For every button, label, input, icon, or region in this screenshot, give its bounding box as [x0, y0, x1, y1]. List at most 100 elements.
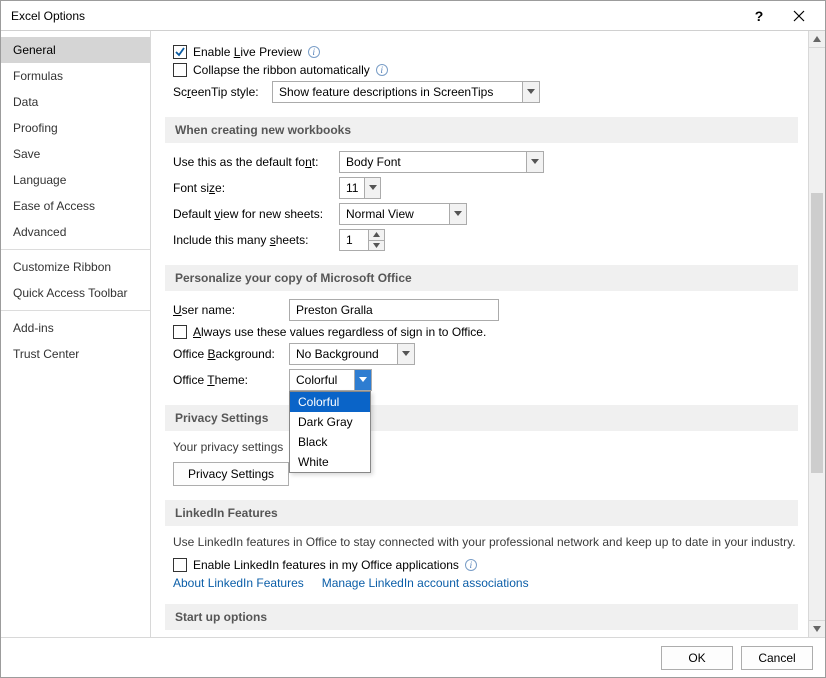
spinner-up-icon[interactable]	[369, 230, 384, 240]
excel-options-dialog: Excel Options ? General Formulas Data Pr…	[0, 0, 826, 678]
footer: OK Cancel	[1, 637, 825, 677]
enable-linkedin-checkbox[interactable]	[173, 558, 187, 572]
always-use-label: Always use these values regardless of si…	[193, 325, 486, 339]
sidebar-item-proofing[interactable]: Proofing	[1, 115, 150, 141]
office-background-label: Office Background:	[173, 347, 283, 361]
section-linkedin: LinkedIn Features	[165, 500, 798, 526]
office-theme-dropdown: Colorful Dark Gray Black White	[289, 391, 371, 473]
font-size-value: 11	[340, 181, 364, 195]
office-background-value: No Background	[290, 347, 397, 361]
spinner-down-icon[interactable]	[369, 240, 384, 251]
default-font-combo[interactable]: Body Font	[339, 151, 544, 173]
sidebar-item-customize-ribbon[interactable]: Customize Ribbon	[1, 254, 150, 280]
help-button[interactable]: ?	[739, 2, 779, 30]
sheets-count-label: Include this many sheets:	[173, 233, 333, 247]
info-icon[interactable]: i	[465, 559, 477, 571]
cancel-button[interactable]: Cancel	[741, 646, 813, 670]
row-font-size: Font size: 11	[173, 177, 798, 199]
section-startup: Start up options	[165, 604, 798, 630]
content: Enable Live Preview i Collapse the ribbo…	[151, 31, 808, 637]
sidebar-item-general[interactable]: General	[1, 37, 150, 63]
sheets-count-value: 1	[340, 230, 368, 250]
username-input[interactable]	[289, 299, 499, 321]
privacy-settings-button[interactable]: Privacy Settings	[173, 462, 289, 486]
screentip-label: ScreenTip style:	[173, 85, 266, 99]
font-size-label: Font size:	[173, 181, 333, 195]
sidebar-item-add-ins[interactable]: Add-ins	[1, 315, 150, 341]
close-button[interactable]	[779, 2, 819, 30]
sidebar-item-save[interactable]: Save	[1, 141, 150, 167]
row-default-view: Default view for new sheets: Normal View	[173, 203, 798, 225]
manage-linkedin-link[interactable]: Manage LinkedIn account associations	[322, 576, 529, 590]
chevron-down-icon	[397, 344, 414, 364]
office-background-combo[interactable]: No Background	[289, 343, 415, 365]
titlebar: Excel Options ?	[1, 1, 825, 31]
font-size-combo[interactable]: 11	[339, 177, 381, 199]
row-enable-linkedin: Enable LinkedIn features in my Office ap…	[173, 558, 798, 572]
collapse-ribbon-label: Collapse the ribbon automatically	[193, 63, 370, 77]
info-icon[interactable]: i	[376, 64, 388, 76]
chevron-down-icon	[449, 204, 466, 224]
screentip-combo[interactable]: Show feature descriptions in ScreenTips	[272, 81, 540, 103]
chevron-down-icon	[526, 152, 543, 172]
sidebar-item-formulas[interactable]: Formulas	[1, 63, 150, 89]
default-font-value: Body Font	[340, 155, 526, 169]
scroll-track[interactable]	[809, 48, 825, 620]
row-privacy-button: Privacy Settings	[173, 462, 798, 486]
about-linkedin-link[interactable]: About LinkedIn Features	[173, 576, 304, 590]
chevron-down-icon	[522, 82, 539, 102]
row-sheets-count: Include this many sheets: 1	[173, 229, 798, 251]
sidebar-item-data[interactable]: Data	[1, 89, 150, 115]
username-label: User name:	[173, 303, 283, 317]
collapse-ribbon-checkbox[interactable]	[173, 63, 187, 77]
chevron-down-icon	[354, 370, 371, 390]
section-personalize: Personalize your copy of Microsoft Offic…	[165, 265, 798, 291]
chevron-down-icon	[364, 178, 380, 198]
row-username: User name:	[173, 299, 798, 321]
office-theme-value: Colorful	[290, 373, 354, 387]
sidebar-item-quick-access-toolbar[interactable]: Quick Access Toolbar	[1, 280, 150, 306]
scroll-thumb[interactable]	[811, 193, 823, 473]
enable-live-preview-label: Enable Live Preview	[193, 45, 302, 59]
scrollbar[interactable]	[808, 31, 825, 637]
close-icon	[793, 10, 805, 22]
row-always-use: Always use these values regardless of si…	[173, 325, 798, 339]
section-new-workbooks: When creating new workbooks	[165, 117, 798, 143]
scroll-down-icon[interactable]	[809, 620, 825, 637]
row-office-theme: Office Theme: Colorful Colorful Dark Gra…	[173, 369, 798, 391]
sidebar-item-trust-center[interactable]: Trust Center	[1, 341, 150, 367]
dialog-body: General Formulas Data Proofing Save Lang…	[1, 31, 825, 637]
office-theme-combo[interactable]: Colorful Colorful Dark Gray Black White	[289, 369, 372, 391]
screentip-value: Show feature descriptions in ScreenTips	[273, 85, 522, 99]
always-use-checkbox[interactable]	[173, 325, 187, 339]
privacy-intro: Your privacy settings	[173, 439, 798, 456]
checkmark-icon	[174, 46, 186, 58]
sidebar-item-ease-of-access[interactable]: Ease of Access	[1, 193, 150, 219]
sheets-count-spinner[interactable]: 1	[339, 229, 385, 251]
help-icon: ?	[755, 8, 764, 24]
row-office-background: Office Background: No Background	[173, 343, 798, 365]
default-view-combo[interactable]: Normal View	[339, 203, 467, 225]
default-font-label: Use this as the default font:	[173, 155, 333, 169]
office-theme-label: Office Theme:	[173, 373, 283, 387]
theme-option-black[interactable]: Black	[290, 432, 370, 452]
sidebar-separator	[1, 310, 150, 311]
content-wrap: Enable Live Preview i Collapse the ribbo…	[151, 31, 825, 637]
row-linkedin-links: About LinkedIn Features Manage LinkedIn …	[173, 576, 798, 590]
sidebar-item-advanced[interactable]: Advanced	[1, 219, 150, 245]
enable-live-preview-checkbox[interactable]	[173, 45, 187, 59]
sidebar-item-language[interactable]: Language	[1, 167, 150, 193]
default-view-value: Normal View	[340, 207, 449, 221]
theme-option-colorful[interactable]: Colorful	[290, 392, 370, 412]
linkedin-desc: Use LinkedIn features in Office to stay …	[173, 534, 798, 551]
ok-button[interactable]: OK	[661, 646, 733, 670]
default-view-label: Default view for new sheets:	[173, 207, 333, 221]
theme-option-white[interactable]: White	[290, 452, 370, 472]
theme-option-dark-gray[interactable]: Dark Gray	[290, 412, 370, 432]
info-icon[interactable]: i	[308, 46, 320, 58]
row-collapse-ribbon: Collapse the ribbon automatically i	[173, 63, 798, 77]
scroll-up-icon[interactable]	[809, 31, 825, 48]
row-default-font: Use this as the default font: Body Font	[173, 151, 798, 173]
row-enable-live-preview: Enable Live Preview i	[173, 45, 798, 59]
sidebar-separator	[1, 249, 150, 250]
